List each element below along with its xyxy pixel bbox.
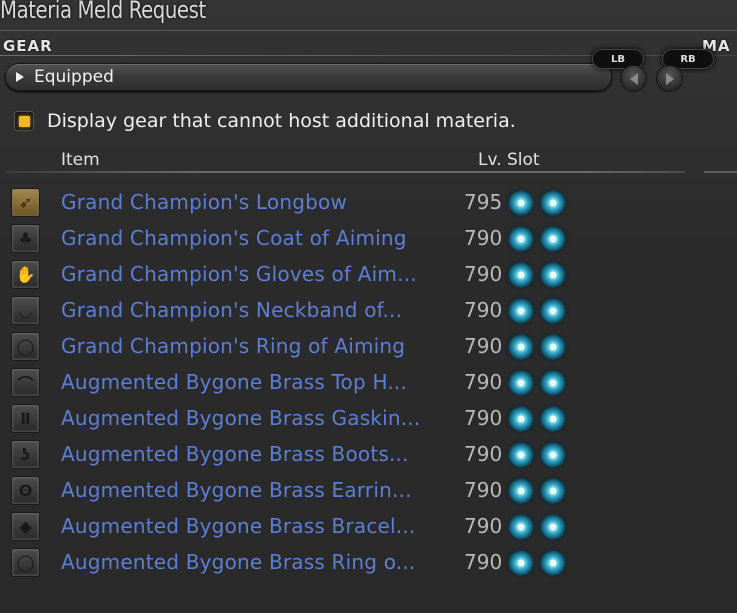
level-slot-column-header: Lv. Slot xyxy=(478,150,540,170)
gear-row[interactable]: ʘ Augmented Bygone Brass Earrin... 790 xyxy=(0,472,600,508)
gaskins-icon: Ⅱ xyxy=(11,404,40,433)
item-name: Augmented Bygone Brass Boots... xyxy=(61,442,409,466)
materia-slot-icon xyxy=(508,514,534,540)
item-level: 790 xyxy=(464,262,503,286)
materia-slot-icon xyxy=(508,190,534,216)
gear-row[interactable]: ʖ Augmented Bygone Brass Boots... 790 xyxy=(0,436,600,472)
display-unavailable-gear-checkbox[interactable] xyxy=(14,111,34,131)
gear-filter-dropdown[interactable]: Equipped xyxy=(5,63,612,91)
bracelet-icon: ◆ xyxy=(11,512,40,541)
display-unavailable-gear-option[interactable]: Display gear that cannot host additional… xyxy=(14,108,516,134)
materia-slot-icon xyxy=(508,406,534,432)
item-level: 790 xyxy=(464,442,503,466)
dropdown-arrow-icon xyxy=(16,72,24,82)
materia-meld-window: Materia Meld Request GEAR MA Equipped LB… xyxy=(0,0,737,613)
item-level: 790 xyxy=(464,226,503,250)
gear-list: ➶ Grand Champion's Longbow 795 ♣ Grand C… xyxy=(0,184,737,580)
materia-slot-icon xyxy=(540,298,566,324)
materia-slot-icon xyxy=(508,370,534,396)
item-name: Augmented Bygone Brass Gaskin... xyxy=(61,406,421,430)
item-name: Augmented Bygone Brass Top H... xyxy=(61,370,408,394)
item-column-header: Item xyxy=(61,150,100,170)
item-level: 790 xyxy=(464,406,503,430)
ring-icon: ◯ xyxy=(11,332,40,361)
materia-slot-icon xyxy=(540,442,566,468)
item-name: Augmented Bygone Brass Bracel... xyxy=(61,514,416,538)
gear-row[interactable]: ◆ Augmented Bygone Brass Bracel... 790 xyxy=(0,508,600,544)
gear-section-label: GEAR xyxy=(3,37,53,55)
next-category-button[interactable] xyxy=(656,65,683,92)
coat-icon: ♣ xyxy=(11,224,40,253)
item-name: Grand Champion's Gloves of Aim... xyxy=(61,262,417,286)
gear-row[interactable]: ➶ Grand Champion's Longbow 795 xyxy=(0,184,600,220)
item-level: 790 xyxy=(464,298,503,322)
boots-icon: ʖ xyxy=(11,440,40,469)
ring-icon: ◯ xyxy=(11,548,40,577)
materia-slot-icon xyxy=(508,334,534,360)
materia-slot-icon xyxy=(540,334,566,360)
arrow-right-icon xyxy=(665,72,674,85)
materia-slot-icon xyxy=(540,514,566,540)
item-level: 795 xyxy=(464,190,503,214)
materia-slot-icon xyxy=(540,226,566,252)
arrow-left-icon xyxy=(629,72,638,85)
item-name: Grand Champion's Ring of Aiming xyxy=(61,334,406,358)
checkbox-checked-indicator xyxy=(18,115,30,127)
item-name: Grand Champion's Longbow xyxy=(61,190,348,214)
right-panel-divider xyxy=(704,171,737,173)
item-name: Grand Champion's Coat of Aiming xyxy=(61,226,407,250)
neckband-icon: ◡ xyxy=(11,296,40,325)
item-name: Augmented Bygone Brass Ring o... xyxy=(61,550,416,574)
item-name: Augmented Bygone Brass Earrin... xyxy=(61,478,412,502)
materia-slot-icon xyxy=(540,190,566,216)
item-level: 790 xyxy=(464,514,503,538)
materia-slot-icon xyxy=(540,478,566,504)
gear-row[interactable]: ✋ Grand Champion's Gloves of Aim... 790 xyxy=(0,256,600,292)
gloves-icon: ✋ xyxy=(11,260,40,289)
materia-slot-icon xyxy=(508,550,534,576)
item-level: 790 xyxy=(464,334,503,358)
window-title: Materia Meld Request xyxy=(0,0,206,24)
earring-icon: ʘ xyxy=(11,476,40,505)
materia-slot-icon xyxy=(508,226,534,252)
materia-slot-icon xyxy=(540,550,566,576)
item-level: 790 xyxy=(464,478,503,502)
hat-icon: ⌒ xyxy=(11,368,40,397)
materia-slot-icon xyxy=(508,298,534,324)
item-level: 790 xyxy=(464,550,503,574)
header-divider xyxy=(5,171,685,173)
materia-slot-icon xyxy=(540,370,566,396)
materia-slot-icon xyxy=(540,406,566,432)
gear-row[interactable]: ◯ Augmented Bygone Brass Ring o... 790 xyxy=(0,544,600,580)
gear-row[interactable]: ◯ Grand Champion's Ring of Aiming 790 xyxy=(0,328,600,364)
gear-row[interactable]: ⌒ Augmented Bygone Brass Top H... 790 xyxy=(0,364,600,400)
gear-row[interactable]: ♣ Grand Champion's Coat of Aiming 790 xyxy=(0,220,600,256)
gear-row[interactable]: Ⅱ Augmented Bygone Brass Gaskin... 790 xyxy=(0,400,600,436)
materia-slot-icon xyxy=(508,478,534,504)
previous-category-button[interactable] xyxy=(620,65,647,92)
item-level: 790 xyxy=(464,370,503,394)
materia-slot-icon xyxy=(540,262,566,288)
gear-filter-value: Equipped xyxy=(34,67,114,87)
materia-slot-icon xyxy=(508,442,534,468)
longbow-icon: ➶ xyxy=(11,188,40,217)
item-name: Grand Champion's Neckband of... xyxy=(61,298,403,322)
materia-slot-icon xyxy=(508,262,534,288)
title-divider xyxy=(0,30,737,31)
gear-row[interactable]: ◡ Grand Champion's Neckband of... 790 xyxy=(0,292,600,328)
display-unavailable-gear-label: Display gear that cannot host additional… xyxy=(47,110,516,132)
